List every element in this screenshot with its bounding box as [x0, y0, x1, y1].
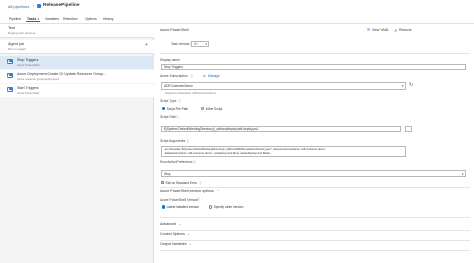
chevron-down-icon: ▾	[461, 172, 464, 176]
chevron-down-icon: ⌄	[178, 221, 181, 226]
tab-retention[interactable]: Retention	[63, 17, 78, 21]
section-title: Output Variables	[160, 242, 187, 246]
subscription-info-icon: ⓘ	[190, 73, 194, 78]
script-arguments-info-icon: ⓘ	[186, 138, 190, 143]
stage-subtitle: Deployment process	[8, 30, 36, 35]
display-name-value: Stop Triggers	[164, 65, 183, 69]
tab-tasks[interactable]: Tasks	[27, 17, 36, 21]
script-arguments-textarea[interactable]: -armTemplate "$(System.DefaultWorkingDir…	[161, 146, 406, 157]
fail-on-stderr-checkbox[interactable]: Fail on Standard Error	[161, 181, 197, 185]
divider	[160, 186, 470, 188]
script-path-value: $(System.DefaultWorkingDirectory)/_adfci…	[164, 127, 259, 131]
task-version-select[interactable]: 4.* ▾	[191, 41, 209, 47]
ps-version-info-icon: ⓘ	[197, 197, 201, 202]
advanced-section-header[interactable]: Advanced ⌄	[160, 222, 181, 226]
pipeline-icon	[37, 4, 41, 8]
radio-script-file-path[interactable]: Script File Path	[162, 107, 188, 111]
radio-label: Script File Path	[166, 106, 189, 111]
radio-label: Inline Script	[205, 106, 223, 111]
script-type-label: Script Type	[160, 99, 177, 103]
ps-version-section-header[interactable]: Azure PowerShell version options ⌃	[160, 189, 219, 193]
radio-specify-other-version[interactable]: Specify other version	[209, 205, 243, 209]
display-name-input[interactable]: Stop Triggers	[161, 64, 466, 70]
pipeline-title: ReleasePipeline	[43, 3, 80, 8]
divider	[160, 229, 470, 231]
subscription-hint: Scoped to subscription 'ADFCustomerDemo'	[165, 92, 217, 95]
radio-unselected-icon	[209, 205, 213, 209]
task-azure-powershell-icon	[7, 59, 13, 64]
task-title: Stop Triggers	[17, 57, 39, 62]
remove-button[interactable]: Remove	[399, 28, 412, 32]
browse-button[interactable]: …	[405, 125, 412, 132]
task-title: Start Triggers	[17, 85, 39, 90]
tab-variables[interactable]: Variables	[45, 17, 59, 21]
task-azure-powershell-icon	[7, 87, 13, 92]
control-options-section-header[interactable]: Control Options ⌄	[160, 232, 190, 236]
breadcrumb-chevron-icon: ›	[33, 3, 35, 9]
task-type-title: Azure PowerShell	[160, 28, 189, 32]
checkbox-icon	[161, 180, 165, 185]
script-arguments-label: Script Arguments	[160, 139, 186, 143]
radio-latest-installed-version[interactable]: Latest installed version	[162, 205, 199, 209]
script-path-label: Script Path	[160, 115, 177, 119]
ps-version-label: Azure PowerShell Version	[160, 197, 199, 202]
azure-subscription-label: Azure Subscription	[160, 74, 188, 78]
radio-label: Latest installed version	[166, 205, 200, 209]
script-args-line: -DataFactoryName "adf-customer-demo" -pr…	[164, 151, 271, 155]
tab-pipeline[interactable]: Pipeline	[9, 17, 21, 21]
script-type-info-icon: ⓘ	[178, 98, 182, 103]
display-name-label: Display name	[160, 58, 180, 62]
radio-selected-icon	[162, 205, 166, 209]
fail-on-stderr-info-icon: ⓘ	[199, 180, 203, 185]
tab-history[interactable]: History	[103, 17, 114, 21]
divider	[160, 217, 470, 218]
remove-icon[interactable]: ✕	[394, 28, 397, 33]
agent-job-subtitle: Run on agent	[8, 47, 27, 51]
radio-inline-script[interactable]: Inline Script	[201, 107, 222, 111]
chevron-down-icon: ▾	[401, 83, 404, 88]
section-title: Advanced	[160, 221, 176, 226]
script-path-info-icon: ⓘ	[176, 114, 180, 119]
task-title: Azure Deployment:Create Or Update Resour…	[17, 71, 107, 76]
error-action-preference-select[interactable]: Stop ▾	[161, 170, 466, 177]
chevron-down-icon: ⌄	[189, 242, 192, 246]
script-path-input[interactable]: $(System.DefaultWorkingDirectory)/_adfci…	[161, 126, 401, 132]
task-subtitle: Azure resource group deployment	[17, 76, 60, 81]
section-title: Control Options	[160, 232, 185, 236]
task-version-value: 4.*	[194, 42, 198, 46]
azure-subscription-select[interactable]: ADFCustomerDemo ▾	[161, 81, 406, 90]
add-task-plus-icon[interactable]: +	[145, 42, 148, 48]
stage-title: Test	[8, 25, 15, 30]
breadcrumb-root[interactable]: All pipelines	[8, 4, 29, 9]
view-yaml-icon[interactable]: ☰	[367, 28, 370, 32]
manage-link[interactable]: Manage	[208, 74, 220, 78]
agent-job-title: Agent job	[8, 42, 25, 46]
tab-tasks-chevron-down-icon[interactable]: ▾	[38, 17, 40, 21]
tab-options[interactable]: Options	[85, 17, 97, 21]
chevron-down-icon: ⌄	[187, 232, 190, 236]
view-yaml-button[interactable]: View YAML	[372, 28, 389, 32]
subscription-value: ADFCustomerDemo	[164, 83, 193, 88]
divider	[160, 239, 470, 241]
error-pref-value: Stop	[164, 172, 171, 176]
radio-unselected-icon	[201, 106, 205, 111]
tab-tasks-underline	[26, 21, 40, 22]
manage-icon[interactable]: ⚙	[203, 74, 206, 78]
radio-selected-icon	[162, 106, 166, 111]
error-action-preference-label: ErrorActionPreference	[160, 160, 193, 164]
chevron-up-icon: ⌃	[216, 189, 220, 193]
refresh-icon[interactable]: ↻	[409, 82, 413, 88]
error-pref-info-icon: ⓘ	[193, 159, 197, 164]
chevron-down-icon: ▾	[205, 42, 207, 46]
task-subtitle: Azure PowerShell	[17, 62, 40, 67]
section-title: Azure PowerShell version options	[160, 189, 214, 193]
checkbox-label: Fail on Standard Error	[165, 180, 197, 185]
task-version-label: Task version	[171, 42, 190, 46]
radio-label: Specify other version	[213, 205, 244, 209]
output-variables-section-header[interactable]: Output Variables ⌄	[160, 242, 192, 246]
task-resource-group-icon	[7, 73, 13, 78]
divider	[160, 53, 470, 54]
divider	[160, 249, 470, 251]
task-subtitle: Azure PowerShell	[17, 90, 40, 95]
